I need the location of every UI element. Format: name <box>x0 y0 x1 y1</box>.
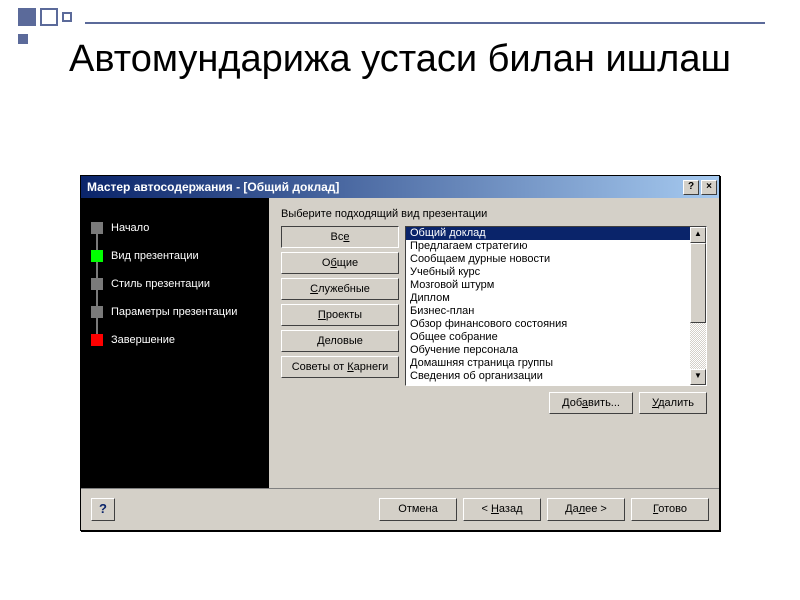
category-business-button[interactable]: Деловые <box>281 330 399 352</box>
list-item[interactable]: Учебный курс <box>406 266 690 279</box>
list-item[interactable]: Мозговой штурм <box>406 279 690 292</box>
list-item[interactable]: Домашняя страница группы <box>406 357 690 370</box>
help-button[interactable]: ? <box>91 498 115 521</box>
scroll-up-button[interactable]: ▲ <box>690 227 706 243</box>
category-all-button[interactable]: Все <box>281 226 399 248</box>
dialog-titlebar: Мастер автосодержания - [Общий доклад] ?… <box>81 176 719 198</box>
category-carnegie-button[interactable]: Советы от Карнеги <box>281 356 399 378</box>
back-button[interactable]: < Назад <box>463 498 541 521</box>
category-service-button[interactable]: Служебные <box>281 278 399 300</box>
list-item[interactable]: Общий доклад <box>406 227 690 240</box>
scroll-down-button[interactable]: ▼ <box>690 369 706 385</box>
presentation-type-listbox[interactable]: Общий доклад Предлагаем стратегию Сообща… <box>405 226 707 386</box>
prompt-label: Выберите подходящий вид презентации <box>281 208 707 220</box>
dialog-title: Мастер автосодержания - [Общий доклад] <box>87 180 339 194</box>
titlebar-close-button[interactable]: × <box>701 180 717 195</box>
list-item[interactable]: Предлагаем стратегию <box>406 240 690 253</box>
presentation-slide: Автомундарижа устаси билан ишлаш Мастер … <box>0 0 800 600</box>
category-projects-button[interactable]: Проекты <box>281 304 399 326</box>
step-finish[interactable]: Завершение <box>91 326 259 354</box>
help-icon: ? <box>99 501 107 516</box>
list-item[interactable]: Диплом <box>406 292 690 305</box>
step-box-icon <box>91 250 103 262</box>
scroll-thumb[interactable] <box>690 243 706 323</box>
listbox-scrollbar[interactable]: ▲ ▼ <box>690 227 706 385</box>
step-box-icon <box>91 334 103 346</box>
step-presentation-params[interactable]: Параметры презентации <box>91 298 259 326</box>
add-button[interactable]: Добавить... <box>549 392 633 414</box>
remove-button[interactable]: Удалить <box>639 392 707 414</box>
step-label: Стиль презентации <box>111 278 210 290</box>
step-label: Начало <box>111 222 149 234</box>
step-label: Параметры презентации <box>111 306 237 318</box>
wizard-steps-panel: Начало Вид презентации Стиль презентации… <box>81 198 269 488</box>
list-item[interactable]: Общее собрание <box>406 331 690 344</box>
list-item[interactable]: Обзор финансового состояния <box>406 318 690 331</box>
titlebar-help-button[interactable]: ? <box>683 180 699 195</box>
step-box-icon <box>91 222 103 234</box>
step-start[interactable]: Начало <box>91 214 259 242</box>
step-box-icon <box>91 278 103 290</box>
dialog-footer: ? Отмена < Назад Далее > Готово <box>81 488 719 530</box>
step-label: Завершение <box>111 334 175 346</box>
step-presentation-type[interactable]: Вид презентации <box>91 242 259 270</box>
slide-divider <box>85 22 765 24</box>
list-item[interactable]: Сообщаем дурные новости <box>406 253 690 266</box>
next-button[interactable]: Далее > <box>547 498 625 521</box>
dialog-body: Начало Вид презентации Стиль презентации… <box>81 198 719 488</box>
category-common-button[interactable]: Общие <box>281 252 399 274</box>
list-item[interactable]: Обучение персонала <box>406 344 690 357</box>
list-item[interactable]: Бизнес-план <box>406 305 690 318</box>
step-box-icon <box>91 306 103 318</box>
finish-button[interactable]: Готово <box>631 498 709 521</box>
wizard-content-panel: Выберите подходящий вид презентации Все … <box>269 198 719 488</box>
slide-title: Автомундарижа устаси билан ишлаш <box>60 38 740 81</box>
autocontent-wizard-dialog: Мастер автосодержания - [Общий доклад] ?… <box>80 175 720 531</box>
cancel-button[interactable]: Отмена <box>379 498 457 521</box>
list-item[interactable]: Сведения об организации <box>406 370 690 383</box>
scroll-track[interactable] <box>690 243 706 369</box>
step-presentation-style[interactable]: Стиль презентации <box>91 270 259 298</box>
step-label: Вид презентации <box>111 250 199 262</box>
category-buttons: Все Общие Служебные Проекты Деловые Сове… <box>281 226 399 386</box>
